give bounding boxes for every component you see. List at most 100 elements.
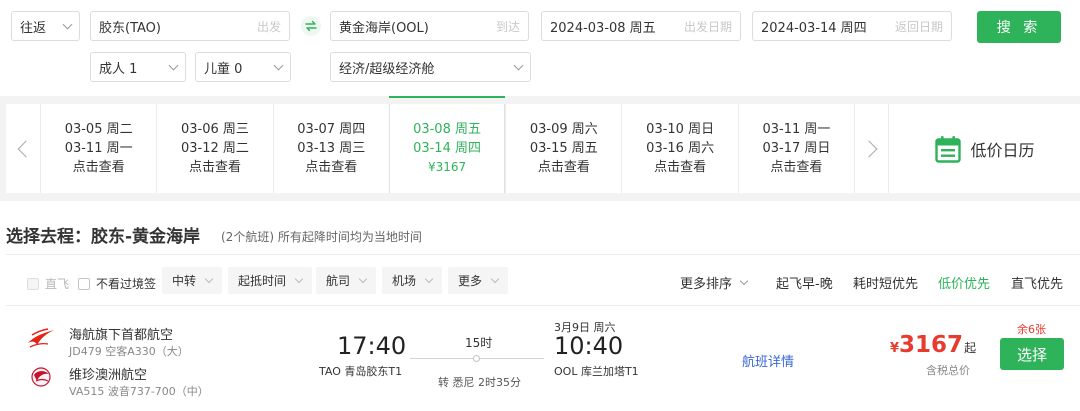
date-option-info: 点击查看 <box>188 160 241 175</box>
date-option-depart: 03-11 周一 <box>762 122 831 137</box>
cabin-select[interactable]: 经济/超级经济舱 <box>330 52 531 82</box>
seats-left-badge: 余6张 <box>1017 323 1046 336</box>
date-option[interactable]: 03-07 周四 03-13 周三 点击查看 <box>272 104 389 193</box>
depart-date-field[interactable]: 2024-03-08 周五 出发日期 <box>541 11 741 41</box>
search-button[interactable]: 搜 索 <box>977 11 1061 43</box>
date-option-return: 03-16 周六 <box>646 141 715 156</box>
more-sort-label: 更多排序 <box>680 277 733 292</box>
transfer-info: 转 悉尼 2时35分 <box>438 376 521 389</box>
airline-filter-dropdown[interactable]: 航司 <box>316 267 377 294</box>
chevron-right-icon <box>860 140 878 157</box>
date-option-selected[interactable]: 03-08 周五 03-14 周四 ¥3167 <box>388 96 506 193</box>
flight-row: 海航旗下首都航空 JD479 空客A330（大） 维珍澳洲航空 VA515 波音… <box>0 306 1080 411</box>
chevron-down-icon <box>62 19 73 29</box>
airport-filter-dropdown[interactable]: 机场 <box>382 267 443 294</box>
children-select[interactable]: 儿童 0 <box>195 52 291 82</box>
date-option[interactable]: 03-05 周二 03-11 周一 点击查看 <box>40 104 156 193</box>
checkbox-box <box>27 277 39 290</box>
chevron-down-icon <box>490 274 500 284</box>
date-option-return: 03-13 周三 <box>297 141 366 156</box>
adults-value: 成人 1 <box>99 61 138 77</box>
depart-date-value: 2024-03-08 周五 <box>550 20 656 36</box>
calendar-icon <box>934 135 961 163</box>
destination-value: 黄金海岸(OOL) <box>339 20 429 36</box>
destination-field[interactable]: 黄金海岸(OOL) 到达 <box>330 11 529 41</box>
arrival-airport: OOL 库兰加塔T1 <box>554 365 639 378</box>
prev-dates-button[interactable] <box>6 104 40 193</box>
adults-select[interactable]: 成人 1 <box>90 52 186 82</box>
transfer-filter-label: 中转 <box>172 274 197 288</box>
sort-direct-first[interactable]: 直飞优先 <box>1011 273 1063 292</box>
price-currency: ¥ <box>890 341 900 356</box>
date-option[interactable]: 03-10 周日 03-16 周六 点击查看 <box>621 104 737 193</box>
chevron-left-icon <box>17 140 35 157</box>
destination-hint: 到达 <box>495 19 520 34</box>
airline-1-name: 海航旗下首都航空 <box>69 328 174 343</box>
departure-airport: TAO 青岛胶东T1 <box>319 365 403 378</box>
trip-type-value: 往返 <box>20 20 47 36</box>
date-option-price: ¥3167 <box>427 160 467 174</box>
swap-cities-button[interactable] <box>301 16 321 36</box>
sort-shortest-duration[interactable]: 耗时短优先 <box>853 273 918 292</box>
price-suffix: 起 <box>964 341 977 355</box>
departure-time: 17:40 <box>337 332 407 360</box>
origin-field[interactable]: 胶东(TAO) 出发 <box>90 11 290 41</box>
flight-detail-link[interactable]: 航班详情 <box>742 351 794 370</box>
chevron-down-icon <box>513 60 524 70</box>
direct-only-label: 直飞 <box>45 277 70 291</box>
chevron-down-icon <box>294 274 304 284</box>
filter-bar: 直飞 不看过境签 中转 起抵时间 航司 机场 更多 更多排序 起飞早-晚 耗时短… <box>6 254 1080 306</box>
airline-2-flight-info: VA515 波音737-700（中） <box>69 385 209 398</box>
date-option-info: 点击查看 <box>305 160 358 175</box>
time-filter-label: 起抵时间 <box>238 274 287 288</box>
direct-only-checkbox[interactable]: 直飞 <box>27 275 69 292</box>
date-option-info: 点击查看 <box>537 160 590 175</box>
date-option[interactable]: 03-11 周一 03-17 周日 点击查看 <box>737 104 854 193</box>
sort-departure-early[interactable]: 起飞早-晚 <box>776 273 833 292</box>
flight-duration: 15时 <box>465 336 493 350</box>
return-date-value: 2024-03-14 周四 <box>761 20 867 36</box>
airline-2-name: 维珍澳洲航空 <box>69 368 148 383</box>
date-option-depart: 03-09 周六 <box>529 122 598 137</box>
next-dates-button[interactable] <box>854 104 888 193</box>
date-option-depart: 03-07 周四 <box>297 122 366 137</box>
date-option-info: 点击查看 <box>770 160 823 175</box>
chevron-down-icon <box>168 60 179 70</box>
capital-airlines-logo-icon <box>28 328 54 348</box>
trip-type-select[interactable]: 往返 <box>11 11 80 41</box>
chevron-down-icon <box>739 276 749 286</box>
airline-1-flight-info: JD479 空客A330（大） <box>69 345 189 358</box>
airline-filter-label: 航司 <box>326 274 351 288</box>
chevron-down-icon <box>358 274 368 284</box>
tax-note: 含税总价 <box>926 364 970 377</box>
date-option-depart: 03-10 周日 <box>646 122 715 137</box>
select-flight-button[interactable]: 选择 <box>1000 338 1064 370</box>
children-value: 儿童 0 <box>204 61 243 77</box>
date-option-return: 03-11 周一 <box>64 141 133 156</box>
date-option-return: 03-17 周日 <box>762 141 831 156</box>
low-price-calendar-button[interactable]: 低价日历 <box>888 104 1080 193</box>
return-date-hint: 返回日期 <box>894 19 943 34</box>
date-option[interactable]: 03-09 周六 03-15 周五 点击查看 <box>505 104 621 193</box>
date-option-depart: 03-05 周二 <box>64 122 133 137</box>
airport-filter-label: 机场 <box>392 274 417 288</box>
date-option-depart: 03-08 周五 <box>413 122 481 137</box>
time-filter-dropdown[interactable]: 起抵时间 <box>228 267 313 294</box>
low-price-calendar-label: 低价日历 <box>970 140 1035 160</box>
transfer-filter-dropdown[interactable]: 中转 <box>162 267 223 294</box>
more-filter-dropdown[interactable]: 更多 <box>448 267 509 294</box>
sort-lowest-price[interactable]: 低价优先 <box>938 273 990 292</box>
cabin-value: 经济/超级经济舱 <box>339 61 435 77</box>
date-option[interactable]: 03-06 周三 03-12 周二 点击查看 <box>156 104 272 193</box>
price-value: 3167 <box>899 332 964 358</box>
return-date-field[interactable]: 2024-03-14 周四 返回日期 <box>752 11 952 41</box>
more-sort-dropdown[interactable]: 更多排序 <box>680 273 749 292</box>
date-option-info: 点击查看 <box>72 160 125 175</box>
page-subtitle: (2个航班) 所有起降时间均为当地时间 <box>221 230 422 244</box>
no-transit-visa-checkbox[interactable]: 不看过境签 <box>78 275 156 292</box>
swap-arrows-icon <box>305 20 317 32</box>
origin-hint: 出发 <box>256 19 281 34</box>
date-option-return: 03-12 周二 <box>180 141 249 156</box>
date-option-return: 03-15 周五 <box>529 141 598 156</box>
chevron-down-icon <box>273 60 284 70</box>
